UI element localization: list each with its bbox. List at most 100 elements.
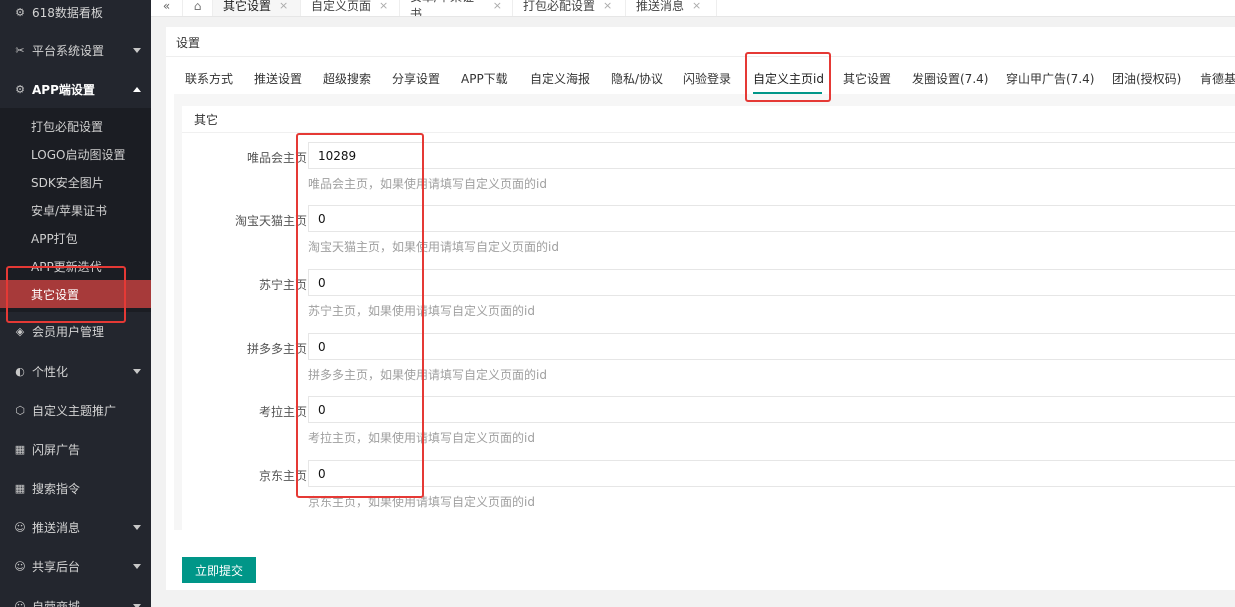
field-help: 唯品会主页，如果使用请填写自定义页面的id bbox=[308, 177, 547, 191]
chevron-up-icon bbox=[133, 87, 141, 92]
close-icon[interactable]: × bbox=[279, 0, 288, 12]
field-help: 考拉主页，如果使用请填写自定义页面的id bbox=[308, 431, 535, 445]
suning-homepage-input[interactable] bbox=[308, 269, 1235, 296]
card-title: 设置 bbox=[176, 36, 201, 50]
sidebar-item-dashboard[interactable]: ⚙ 618数据看板 bbox=[0, 0, 151, 30]
sidebar-subitem-label: 打包必配设置 bbox=[31, 119, 104, 134]
field-label: 苏宁主页 bbox=[258, 278, 307, 292]
subtab-moments[interactable]: 发圈设置(7.4) bbox=[912, 70, 988, 87]
field-label: 淘宝天猫主页 bbox=[234, 214, 307, 228]
close-icon[interactable]: × bbox=[493, 0, 502, 12]
field-label: 拼多多主页 bbox=[246, 342, 307, 356]
jd-homepage-input[interactable] bbox=[308, 460, 1235, 487]
palette-icon: ◐ bbox=[15, 364, 25, 378]
tab-bar: « ⌂ 其它设置 × 自定义页面 × 安卓/苹果证书 × 打包必配设置 × 推送… bbox=[151, 0, 1235, 17]
tab-other-settings[interactable]: 其它设置 × bbox=[213, 0, 301, 16]
subtab-flash-login[interactable]: 闪验登录 bbox=[683, 70, 731, 87]
field-help: 苏宁主页，如果使用请填写自定义页面的id bbox=[308, 304, 535, 318]
sidebar-item-self-mall[interactable]: ☺ 自营商城 bbox=[0, 588, 151, 607]
wrench-icon: ✂ bbox=[15, 43, 25, 57]
sidebar-subitem-label: LOGO启动图设置 bbox=[31, 147, 126, 162]
field-label: 考拉主页 bbox=[258, 405, 307, 419]
form-row-jd: 京东主页 京东主页，如果使用请填写自定义页面的id bbox=[182, 460, 1235, 510]
subtab-super-search[interactable]: 超级搜索 bbox=[323, 70, 371, 87]
sidebar-subitem-label: 其它设置 bbox=[31, 287, 80, 302]
divider bbox=[166, 56, 1235, 57]
home-icon[interactable]: ⌂ bbox=[183, 0, 213, 16]
cube-icon: ⬡ bbox=[15, 403, 25, 417]
field-help: 京东主页，如果使用请填写自定义页面的id bbox=[308, 495, 535, 509]
form-row-kaola: 考拉主页 考拉主页，如果使用请填写自定义页面的id bbox=[182, 396, 1235, 446]
grid-icon: ▦ bbox=[14, 481, 26, 495]
grid-icon: ▦ bbox=[14, 442, 26, 456]
double-chevron-left-icon[interactable]: « bbox=[151, 0, 183, 16]
tab-custom-page[interactable]: 自定义页面 × bbox=[301, 0, 400, 16]
subtab-pangle-ads[interactable]: 穿山甲广告(7.4) bbox=[1006, 70, 1094, 87]
vip-homepage-input[interactable] bbox=[308, 142, 1235, 169]
sidebar-item-label: 618数据看板 bbox=[32, 5, 103, 20]
gear-icon: ⚙ bbox=[15, 5, 25, 19]
close-icon[interactable]: × bbox=[603, 0, 612, 12]
sidebar-submenu: 打包必配设置 LOGO启动图设置 SDK安全图片 安卓/苹果证书 APP打包 A… bbox=[0, 108, 151, 312]
tab-label: 自定义页面 bbox=[311, 0, 372, 13]
sidebar-item-label: 个性化 bbox=[32, 364, 69, 379]
subtab-contact[interactable]: 联系方式 bbox=[185, 70, 233, 87]
pinduoduo-homepage-input[interactable] bbox=[308, 333, 1235, 360]
subtab-tuanyou[interactable]: 团油(授权码) bbox=[1112, 70, 1181, 87]
form-row-suning: 苏宁主页 苏宁主页，如果使用请填写自定义页面的id bbox=[182, 269, 1235, 319]
subtab-custom-homepage-id[interactable]: 自定义主页id bbox=[753, 70, 824, 87]
sidebar-subitem-other-settings[interactable]: 其它设置 bbox=[0, 280, 151, 308]
sidebar-item-label: 会员用户管理 bbox=[32, 324, 105, 339]
sidebar-subitem-app-build[interactable]: APP打包 bbox=[0, 224, 151, 252]
subtab-other-settings[interactable]: 其它设置 bbox=[843, 70, 891, 87]
sidebar-item-label: 平台系统设置 bbox=[32, 43, 105, 58]
sidebar-item-search-commands[interactable]: ▦ 搜索指令 bbox=[0, 470, 151, 506]
sidebar-subitem-certificates[interactable]: 安卓/苹果证书 bbox=[0, 196, 151, 224]
chevron-down-icon bbox=[133, 525, 141, 530]
sidebar-item-label: APP端设置 bbox=[32, 82, 95, 97]
form-row-taobao: 淘宝天猫主页 淘宝天猫主页，如果使用请填写自定义页面的id bbox=[182, 205, 1235, 255]
sidebar-item-splash-ads[interactable]: ▦ 闪屏广告 bbox=[0, 431, 151, 467]
sidebar-item-platform-settings[interactable]: ✂ 平台系统设置 bbox=[0, 32, 151, 68]
sidebar-subitem-label: SDK安全图片 bbox=[31, 175, 104, 190]
user-icon: ☺ bbox=[14, 599, 26, 607]
tab-packaging[interactable]: 打包必配设置 × bbox=[513, 0, 626, 16]
submit-button[interactable]: 立即提交 bbox=[182, 557, 256, 583]
user-icon: ☺ bbox=[14, 520, 26, 534]
sidebar-subitem-app-update[interactable]: APP更新迭代 bbox=[0, 252, 151, 280]
field-help: 淘宝天猫主页，如果使用请填写自定义页面的id bbox=[308, 240, 559, 254]
tab-push[interactable]: 推送消息 × bbox=[626, 0, 717, 16]
kaola-homepage-input[interactable] bbox=[308, 396, 1235, 423]
subtab-push[interactable]: 推送设置 bbox=[254, 70, 302, 87]
sidebar-item-label: 共享后台 bbox=[32, 559, 81, 574]
subtab-kfc[interactable]: 肯德基 bbox=[1200, 70, 1235, 87]
chevron-down-icon bbox=[133, 48, 141, 53]
sidebar-item-members[interactable]: ◈ 会员用户管理 bbox=[0, 313, 151, 349]
sidebar-subitem-logo[interactable]: LOGO启动图设置 bbox=[0, 140, 151, 168]
sidebar-item-label: 自定义主题推广 bbox=[32, 403, 117, 418]
close-icon[interactable]: × bbox=[692, 0, 701, 12]
sidebar-item-personalize[interactable]: ◐ 个性化 bbox=[0, 353, 151, 389]
sidebar-item-label: 搜索指令 bbox=[32, 481, 81, 496]
subtab-share[interactable]: 分享设置 bbox=[392, 70, 440, 87]
tab-certificates[interactable]: 安卓/苹果证书 × bbox=[400, 0, 513, 16]
sidebar-item-push[interactable]: ☺ 推送消息 bbox=[0, 509, 151, 545]
sidebar-item-label: 推送消息 bbox=[32, 520, 81, 535]
sidebar-subitem-sdk[interactable]: SDK安全图片 bbox=[0, 168, 151, 196]
taobao-homepage-input[interactable] bbox=[308, 205, 1235, 232]
sidebar-item-app-settings[interactable]: ⚙ APP端设置 bbox=[0, 71, 151, 107]
panel-title: 其它 bbox=[194, 113, 219, 127]
sidebar-item-shared-backend[interactable]: ☺ 共享后台 bbox=[0, 548, 151, 584]
sidebar-item-theme-promo[interactable]: ⬡ 自定义主题推广 bbox=[0, 392, 151, 428]
field-help: 拼多多主页，如果使用请填写自定义页面的id bbox=[308, 368, 547, 382]
shield-icon: ◈ bbox=[15, 324, 25, 338]
sidebar-subitem-packaging[interactable]: 打包必配设置 bbox=[0, 112, 151, 140]
tab-label: 其它设置 bbox=[223, 0, 272, 13]
subtab-privacy[interactable]: 隐私/协议 bbox=[611, 70, 663, 87]
sidebar-subitem-label: APP更新迭代 bbox=[31, 259, 102, 274]
close-icon[interactable]: × bbox=[379, 0, 388, 12]
subtab-app-download[interactable]: APP下载 bbox=[461, 70, 508, 87]
gear-icon: ⚙ bbox=[15, 82, 25, 96]
sidebar-subitem-label: 安卓/苹果证书 bbox=[31, 203, 108, 218]
subtab-custom-poster[interactable]: 自定义海报 bbox=[530, 70, 590, 87]
